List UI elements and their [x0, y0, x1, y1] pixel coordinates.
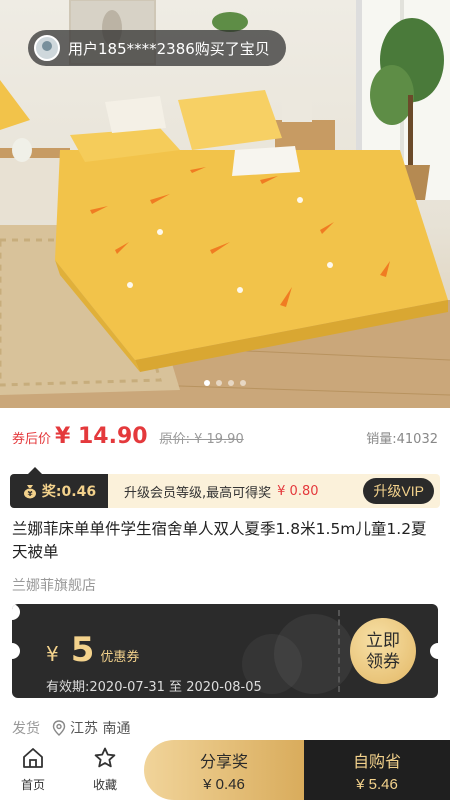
coupon-label: 优惠券: [100, 650, 140, 665]
star-icon: [94, 747, 116, 768]
nav-home[interactable]: 首页: [8, 746, 58, 793]
buy-button-title: 自购省: [352, 753, 401, 771]
shipping-row: 发货 江苏 南通: [12, 718, 130, 738]
upgrade-vip-button[interactable]: 升级VIP: [363, 478, 434, 504]
carousel-dot[interactable]: [216, 380, 222, 386]
buyer-avatar: [34, 35, 60, 61]
reward-tag: ¥ 奖:0.46: [10, 467, 108, 508]
reward-description: 升级会员等级,最高可得奖: [124, 485, 272, 501]
claim-button-line2: 领券: [366, 652, 400, 671]
nav-favorite-label: 收藏: [92, 778, 117, 792]
coupon-amount: 5: [70, 630, 95, 670]
claim-button-line1: 立即: [366, 631, 400, 650]
reward-bar: ¥ 奖:0.46 升级会员等级,最高可得奖 ¥ 0.80 升级VIP: [10, 467, 440, 508]
money-bag-icon: ¥: [23, 485, 36, 499]
coupon-notch: [430, 643, 438, 659]
purchase-notification-text: 用户185****2386购买了宝贝: [68, 39, 270, 58]
reward-max-amount: ¥ 0.80: [277, 483, 319, 499]
purchase-notification: 用户185****2386购买了宝贝: [28, 30, 286, 66]
share-button-amount: ¥ 0.46: [203, 775, 245, 793]
coupon-divider: [338, 610, 340, 692]
claim-coupon-button[interactable]: 立即 领券: [350, 618, 416, 684]
coupon-validity: 有效期:2020-07-31 至 2020-08-05: [46, 680, 262, 695]
svg-text:¥: ¥: [27, 490, 32, 498]
location-pin-icon: [52, 720, 66, 736]
price-value: ¥ 14.90: [55, 424, 148, 449]
home-icon: [23, 748, 43, 768]
product-detail-page: 用户185****2386购买了宝贝 券后价 ¥ 14.90 原价: ¥ 19.…: [0, 0, 450, 800]
product-title: 兰娜菲床单单件学生宿舍单人双人夏季1.8米1.5m儿童1.2夏天被单: [12, 520, 427, 561]
carousel-dot[interactable]: [240, 380, 246, 386]
coupon-decoration: [274, 614, 354, 694]
price-row: 券后价 ¥ 14.90 原价: ¥ 19.90 销量:41032: [12, 424, 438, 452]
coupon-value: ¥ 5 优惠券: [46, 630, 139, 670]
nav-favorite[interactable]: 收藏: [80, 746, 130, 793]
shipping-label: 发货: [12, 721, 40, 737]
self-buy-button[interactable]: 自购省 ¥ 5.46: [304, 740, 450, 800]
shop-name[interactable]: 兰娜菲旗舰店: [12, 575, 96, 595]
original-price: 原价: ¥ 19.90: [159, 432, 244, 447]
buy-button-amount: ¥ 5.46: [356, 775, 398, 793]
carousel-indicator: [0, 380, 450, 386]
carousel-dot[interactable]: [228, 380, 234, 386]
shipping-location: 江苏 南通: [70, 721, 131, 737]
product-image-carousel[interactable]: 用户185****2386购买了宝贝: [0, 0, 450, 408]
bottom-action-bar: 首页 收藏 分享奖 ¥ 0.46 自购省 ¥ 5.46: [0, 740, 450, 800]
reward-tag-text: 奖:0.46: [41, 484, 97, 500]
sales-count: 销量:41032: [366, 432, 438, 447]
price-label: 券后价: [12, 432, 52, 447]
nav-home-label: 首页: [20, 778, 45, 792]
coupon-card: ¥ 5 优惠券 有效期:2020-07-31 至 2020-08-05 立即 领…: [12, 604, 438, 698]
share-reward-button[interactable]: 分享奖 ¥ 0.46: [144, 740, 304, 800]
carousel-dot[interactable]: [204, 380, 210, 386]
share-button-title: 分享奖: [199, 753, 248, 771]
coupon-currency: ¥: [46, 642, 59, 666]
